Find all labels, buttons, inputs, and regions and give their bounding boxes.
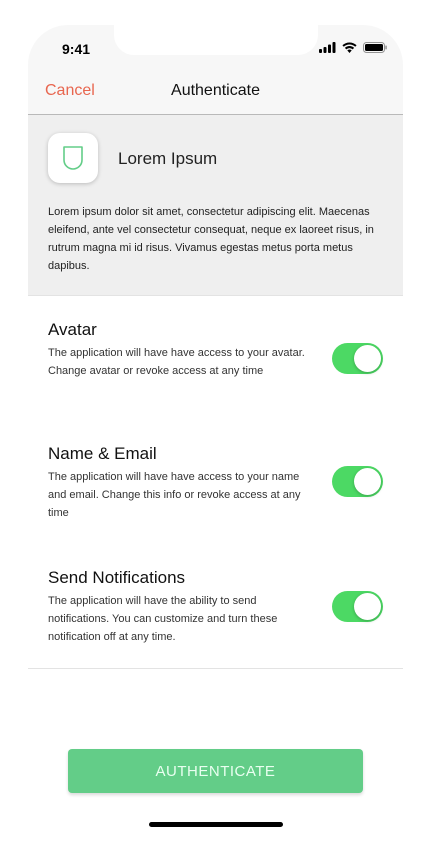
app-name: Lorem Ipsum <box>118 149 218 168</box>
device-notch <box>114 25 318 55</box>
permission-title: Name & Email <box>48 444 157 463</box>
permission-description: The application will have the ability to… <box>48 595 278 643</box>
shield-icon <box>63 146 83 170</box>
status-time: 9:41 <box>62 41 91 57</box>
avatar-toggle[interactable] <box>332 343 383 374</box>
permission-description: The application will have have access to… <box>48 347 305 377</box>
battery-icon <box>363 42 387 53</box>
permission-name-email: Name & Email The application will have h… <box>28 420 403 545</box>
page-title: Authenticate <box>171 82 260 99</box>
permission-description: The application will have have access to… <box>48 471 301 519</box>
notifications-toggle[interactable] <box>332 591 383 622</box>
home-indicator[interactable] <box>149 822 283 827</box>
toggle-knob <box>354 593 381 620</box>
permission-title: Send Notifications <box>48 568 186 587</box>
permission-notifications: Send Notifications The application will … <box>28 544 403 669</box>
toggle-knob <box>354 468 381 495</box>
wifi-icon <box>342 42 357 53</box>
toggle-knob <box>354 345 381 372</box>
permission-avatar: Avatar The application will have have ac… <box>28 296 403 421</box>
permission-title: Avatar <box>48 320 97 339</box>
app-icon <box>48 133 98 183</box>
app-description: Lorem ipsum dolor sit amet, consectetur … <box>48 206 374 272</box>
phone-screen: 9:41 Cancel Authenticate Lorem Ipsum Lor… <box>28 25 403 837</box>
name-email-toggle[interactable] <box>332 466 383 497</box>
app-info-panel: Lorem Ipsum Lorem ipsum dolor sit amet, … <box>28 115 403 296</box>
signal-icon <box>319 42 336 53</box>
status-icons <box>319 42 387 53</box>
authenticate-button[interactable]: AUTHENTICATE <box>68 749 363 793</box>
